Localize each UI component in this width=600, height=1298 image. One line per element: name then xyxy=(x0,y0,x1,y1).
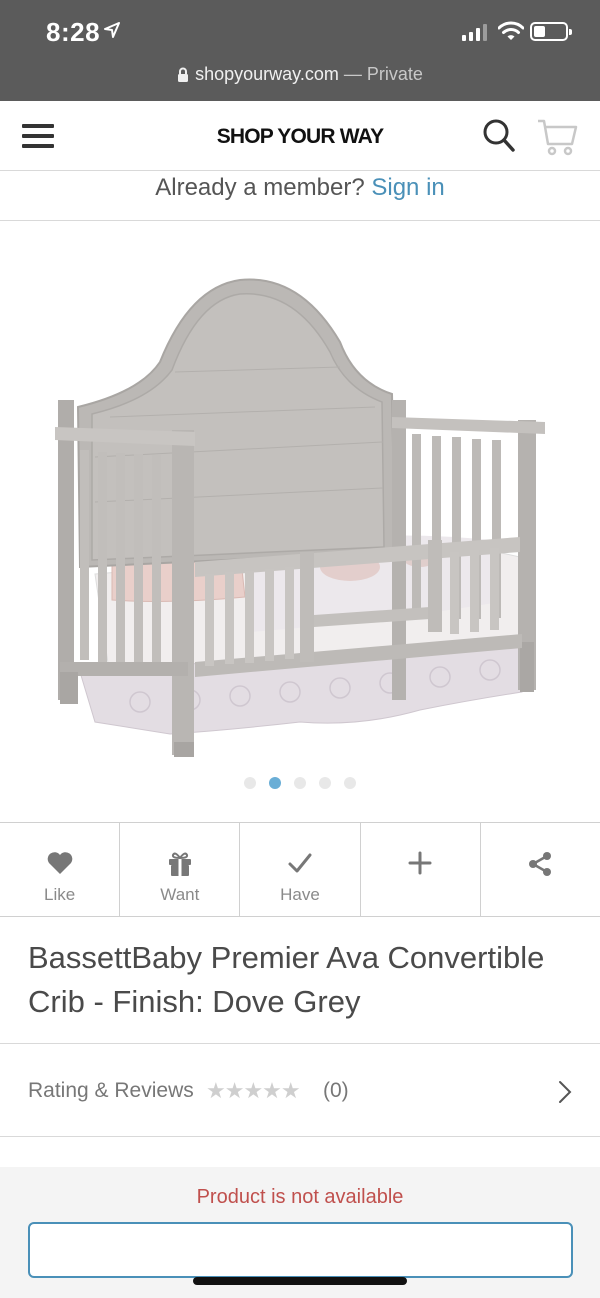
review-count: (0) xyxy=(323,1079,349,1102)
chevron-right-icon xyxy=(559,1081,572,1103)
want-button[interactable]: Want xyxy=(120,823,241,916)
product-action-row: Like Want Have xyxy=(0,822,600,917)
lock-icon xyxy=(178,67,189,82)
cellular-signal-icon xyxy=(462,24,487,41)
share-icon xyxy=(529,852,552,876)
wifi-icon xyxy=(498,21,524,40)
rating-label: Rating & Reviews xyxy=(28,1079,194,1102)
url-separator: — xyxy=(338,64,367,84)
carousel-dot[interactable] xyxy=(244,777,256,789)
gift-icon xyxy=(168,852,191,876)
carousel-dot[interactable] xyxy=(319,777,331,789)
heart-icon xyxy=(47,852,72,874)
url-bar[interactable]: shopyourway.com — Private xyxy=(0,64,600,85)
carousel-dot[interactable] xyxy=(294,777,306,789)
url-domain: shopyourway.com xyxy=(195,64,339,84)
status-time: 8:28 xyxy=(46,17,101,47)
carousel-pagination xyxy=(0,777,600,789)
ios-status-bar: 8:28 shopyourway.com — Private xyxy=(0,0,600,101)
home-indicator[interactable] xyxy=(193,1277,407,1285)
private-mode-label: Private xyxy=(366,64,423,84)
ratings-reviews-row[interactable]: Rating & Reviews ★★★★★ (0) xyxy=(0,1043,600,1137)
add-to-list-button[interactable] xyxy=(361,823,481,916)
like-label: Like xyxy=(44,885,76,904)
want-label: Want xyxy=(160,885,200,904)
carousel-dot[interactable] xyxy=(344,777,356,789)
location-arrow-icon xyxy=(104,22,120,38)
unavailable-message: Product is not available xyxy=(196,1186,404,1208)
battery-icon xyxy=(530,22,572,41)
site-header: SHOP YOUR WAY xyxy=(0,101,600,171)
check-icon xyxy=(288,853,312,873)
member-prompt: Already a member? xyxy=(155,174,365,201)
plus-icon xyxy=(408,851,432,875)
share-button[interactable] xyxy=(481,823,600,916)
menu-icon[interactable] xyxy=(22,124,54,148)
search-icon[interactable] xyxy=(482,118,516,154)
primary-action-button[interactable] xyxy=(28,1222,573,1278)
like-button[interactable]: Like xyxy=(0,823,121,916)
have-button[interactable]: Have xyxy=(240,823,361,916)
member-bar: Already a member? Sign in xyxy=(0,171,600,221)
cart-icon[interactable] xyxy=(536,118,578,156)
rating-stars: ★★★★★ xyxy=(206,1078,301,1103)
product-title: BassettBaby Premier Ava Convertible Crib… xyxy=(28,940,545,1019)
product-image-carousel[interactable] xyxy=(0,222,600,822)
have-label: Have xyxy=(280,885,320,904)
product-image xyxy=(55,278,545,757)
carousel-dot-active[interactable] xyxy=(269,777,281,789)
sign-in-link[interactable]: Sign in xyxy=(371,174,444,201)
